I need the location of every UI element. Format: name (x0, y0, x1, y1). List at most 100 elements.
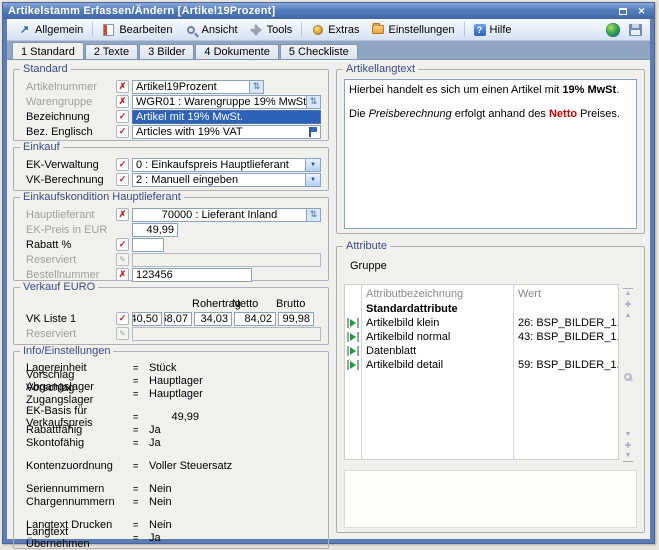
langtext-paragraph: Die Preisberechnung erfolgt anhand des N… (349, 107, 632, 123)
settings-icon (372, 25, 384, 34)
menu-item-hilfe[interactable]: Hilfe (468, 22, 518, 38)
flag-icon[interactable] (309, 127, 317, 137)
attribute-row[interactable]: Artikelbild normal 43: BSP_BILDER_1.BMP (345, 330, 618, 344)
save-button[interactable] (625, 21, 645, 39)
info-value: Hauptlager (149, 388, 203, 400)
info-label: Langtext Übernehmen (21, 526, 133, 550)
globe-button[interactable] (603, 21, 623, 39)
extras-icon (313, 25, 323, 35)
check-button[interactable] (116, 158, 129, 171)
col-header-brutto: Brutto (276, 298, 314, 310)
attribute-value: 26: BSP_BILDER_1.BMP (514, 317, 618, 329)
col-header-netto: Netto (232, 298, 276, 310)
artikellangtext-editor[interactable]: Hierbei handelt es sich um einen Artikel… (344, 79, 637, 229)
menu-item-allgemein[interactable]: Allgemein (12, 21, 89, 38)
langtext-paragraph: Hierbei handelt es sich um einen Artikel… (349, 83, 632, 99)
vk-rohertrag-field[interactable]: 34,03 (194, 312, 232, 326)
check-button[interactable] (116, 312, 129, 325)
clear-x-button[interactable] (116, 208, 129, 221)
bezeichnung-field[interactable]: Artikel mit 19% MwSt. (132, 110, 321, 124)
tab-checkliste[interactable]: 5 Checkliste (280, 44, 358, 59)
group-title: Verkauf EURO (20, 281, 98, 293)
menu-item-ansicht[interactable]: Ansicht (179, 21, 244, 38)
field-label: Bez. Englisch (21, 126, 116, 138)
ek-preis-field[interactable]: 49,99 (132, 223, 178, 237)
scroll-down-button[interactable] (623, 429, 633, 440)
hauptlieferant-field[interactable]: 70000 : Lieferant Inland (132, 208, 307, 222)
vk-berechnung-select[interactable]: 2 : Manuell eingeben (132, 173, 306, 187)
rabatt-field[interactable] (132, 238, 164, 252)
lookup-spin-button[interactable] (307, 95, 321, 109)
field-label: Reserviert (21, 254, 116, 266)
menu-item-extras[interactable]: Extras (305, 21, 365, 38)
pencil-icon (116, 327, 129, 340)
tabstrip: 1 Standard 2 Texte 3 Bilder 4 Dokumente … (7, 41, 650, 60)
check-button[interactable] (116, 238, 129, 251)
menubar: Allgemein Bearbeiten Ansicht Tools Extra… (7, 19, 650, 41)
app-window: Artikelstamm Erfassen/Ändern [Artikel19P… (2, 2, 655, 544)
vk-preis-2-field[interactable]: 68,07 (164, 312, 192, 326)
tab-standard[interactable]: 1 Standard (12, 42, 84, 59)
attribute-row[interactable]: Artikelbild klein 26: BSP_BILDER_1.BMP (345, 316, 618, 330)
tab-texte[interactable]: 2 Texte (85, 44, 138, 59)
reserviert-field (132, 253, 321, 267)
menu-item-einstellungen[interactable]: Einstellungen (365, 21, 460, 38)
info-value: Nein (149, 483, 172, 495)
tab-bilder[interactable]: 3 Bilder (139, 44, 194, 59)
info-value: Stück (149, 362, 177, 374)
check-button[interactable] (116, 173, 129, 186)
info-value: 49,99 (149, 411, 199, 423)
vk-brutto-field[interactable]: 99,98 (278, 312, 314, 326)
scroll-first-button[interactable] (623, 288, 633, 299)
check-button[interactable] (116, 125, 129, 138)
dropdown-button[interactable] (306, 158, 321, 172)
restore-button[interactable] (615, 5, 630, 17)
attribute-value: 43: BSP_BILDER_1.BMP (514, 331, 618, 343)
attribute-table[interactable]: Attributbezeichnung Wert Standardattribu… (344, 284, 619, 460)
equals-icon (133, 425, 149, 435)
group-title: Einkauf (20, 141, 63, 153)
clear-x-button[interactable] (116, 80, 129, 93)
clear-x-button[interactable] (116, 95, 129, 108)
equals-icon (133, 389, 149, 399)
equals-icon (133, 497, 149, 507)
close-button[interactable] (634, 5, 649, 17)
attribute-group-row[interactable]: Standardattribute (345, 302, 618, 316)
field-label: EK-Verwaltung (21, 159, 116, 171)
attribute-row[interactable]: Datenblatt (345, 344, 618, 358)
menu-separator (301, 22, 302, 37)
attribute-row[interactable]: Artikelbild detail 59: BSP_BILDER_1.BMP (345, 358, 618, 372)
lookup-spin-button[interactable] (307, 208, 321, 222)
help-icon (474, 24, 486, 36)
lookup-spin-button[interactable] (250, 80, 264, 94)
bez-englisch-field[interactable]: Articles with 19% VAT (132, 125, 321, 139)
menu-item-tools[interactable]: Tools (244, 21, 299, 38)
scroll-last-button[interactable] (623, 451, 633, 462)
bestellnummer-field[interactable]: 123456 (132, 268, 252, 282)
vk-preis-1-field[interactable]: 40,50 (132, 312, 162, 326)
vk-netto-field[interactable]: 84,02 (234, 312, 276, 326)
clear-x-button[interactable] (116, 268, 129, 281)
info-value: Hauptlager (149, 375, 203, 387)
ek-verwaltung-select[interactable]: 0 : Einkaufspreis Hauptlieferant (132, 158, 306, 172)
vk-column-headers: Rohertrag Netto Brutto (21, 297, 321, 310)
window-title: Artikelstamm Erfassen/Ändern [Artikel19P… (8, 5, 611, 17)
warengruppe-field[interactable]: WGR01 : Warengruppe 19% MwSt. Netto (132, 95, 307, 109)
tab-dokumente[interactable]: 4 Dokumente (195, 44, 278, 59)
attribute-group-name: Standardattribute (361, 303, 514, 315)
col-header-wert: Wert (514, 288, 618, 300)
append-row-button[interactable] (623, 440, 633, 451)
check-button[interactable] (116, 110, 129, 123)
menu-label: Bearbeiten (119, 24, 172, 36)
dropdown-button[interactable] (306, 173, 321, 187)
artikelnummer-field[interactable]: Artikel19Prozent (132, 80, 250, 94)
group-title: Standard (20, 63, 71, 75)
group-title: Einkaufskondition Hauptlieferant (20, 191, 184, 203)
vk-reserviert-field (132, 327, 321, 341)
search-icon[interactable] (624, 373, 632, 381)
menu-item-bearbeiten[interactable]: Bearbeiten (96, 21, 178, 38)
scroll-up-button[interactable] (623, 310, 633, 321)
media-attribute-icon (347, 332, 359, 342)
info-label: Vorschlag Zugangslager (21, 382, 133, 406)
insert-row-button[interactable] (623, 299, 633, 310)
